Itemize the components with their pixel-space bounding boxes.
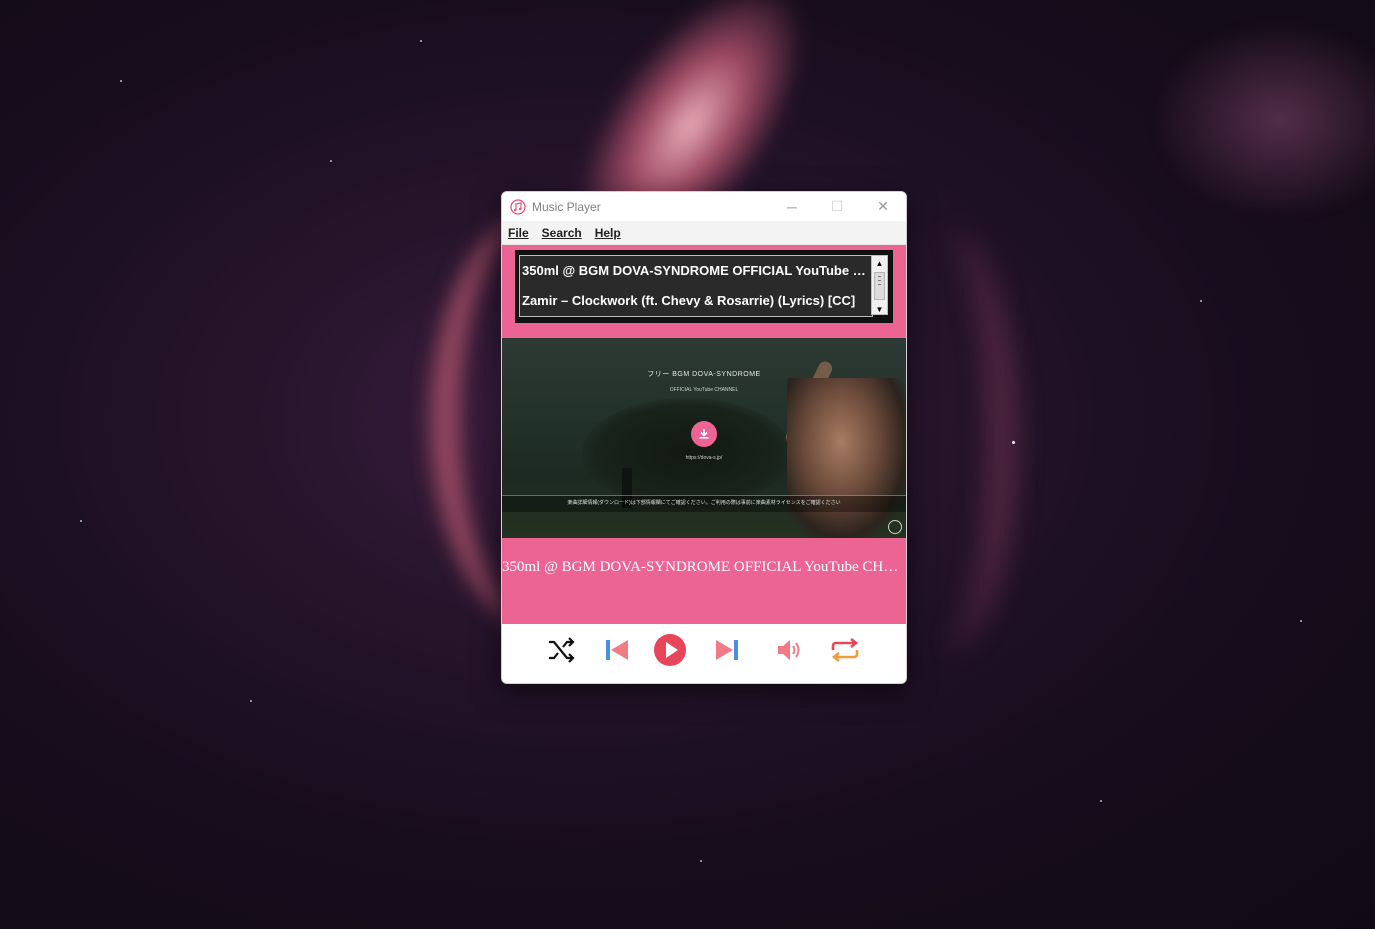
- previous-icon: [606, 640, 628, 660]
- artwork-channel-title: フリー BGM DOVA-SYNDROME: [647, 371, 761, 378]
- next-icon: [716, 640, 738, 660]
- download-icon: [691, 421, 717, 447]
- play-icon: [654, 634, 686, 666]
- star: [1100, 800, 1102, 802]
- shuffle-icon: [549, 637, 575, 663]
- music-note-icon: [510, 198, 526, 215]
- playlist-listbox[interactable]: 350ml @ BGM DOVA-SYNDROME OFFICIAL YouTu…: [519, 255, 873, 317]
- star: [330, 160, 332, 162]
- menu-bar: File Search Help: [502, 221, 906, 245]
- star: [120, 80, 122, 82]
- close-button[interactable]: ✕: [860, 192, 906, 221]
- play-button[interactable]: [652, 633, 688, 667]
- now-playing-title: 350ml @ BGM DOVA-SYNDROME OFFICIAL YouTu…: [502, 559, 906, 575]
- menu-help-label: Help: [594, 225, 621, 240]
- music-player-window: Music Player ─ ☐ ✕ File Search Help 350m…: [501, 191, 907, 684]
- menu-search-label: Search: [541, 225, 582, 240]
- nebula-cloud: [1150, 20, 1375, 220]
- maximize-button[interactable]: ☐: [814, 192, 860, 221]
- menu-file-label: File: [508, 225, 529, 240]
- next-button[interactable]: [707, 633, 747, 667]
- album-artwork: フリー BGM DOVA-SYNDROME OFFICIAL YouTube C…: [502, 338, 906, 538]
- menu-help[interactable]: Help: [595, 226, 621, 240]
- star: [1012, 441, 1015, 444]
- scroll-down-icon[interactable]: ▼: [872, 302, 887, 316]
- playlist-panel: 350ml @ BGM DOVA-SYNDROME OFFICIAL YouTu…: [502, 245, 906, 338]
- playlist-scrollbar[interactable]: ▲ ▼: [871, 255, 888, 315]
- star: [80, 520, 82, 522]
- star: [250, 700, 252, 702]
- scroll-up-icon[interactable]: ▲: [872, 256, 887, 270]
- playlist-item[interactable]: 350ml @ BGM DOVA-SYNDROME OFFICIAL YouTu…: [520, 256, 872, 286]
- playlist-item[interactable]: Zamir – Clockwork (ft. Chevy & Rosarrie)…: [520, 286, 872, 316]
- star: [1300, 620, 1302, 622]
- menu-file[interactable]: File: [508, 226, 529, 240]
- star: [420, 40, 422, 42]
- playback-controls: [502, 624, 906, 683]
- title-bar[interactable]: Music Player ─ ☐ ✕: [502, 192, 906, 221]
- scroll-thumb[interactable]: [874, 272, 885, 300]
- previous-button[interactable]: [597, 633, 637, 667]
- playlist-frame: 350ml @ BGM DOVA-SYNDROME OFFICIAL YouTu…: [515, 250, 893, 323]
- star: [700, 860, 702, 862]
- now-playing-panel: 350ml @ BGM DOVA-SYNDROME OFFICIAL YouTu…: [502, 538, 906, 624]
- artwork-channel-subtitle: OFFICIAL YouTube CHANNEL: [669, 387, 739, 393]
- volume-button[interactable]: [770, 633, 810, 667]
- artwork-url: https://dova-s.jp/: [685, 455, 723, 461]
- repeat-button[interactable]: [827, 633, 863, 667]
- minimize-button[interactable]: ─: [769, 192, 815, 221]
- menu-search[interactable]: Search: [542, 226, 582, 240]
- window-title: Music Player: [532, 199, 601, 214]
- repeat-icon: [831, 637, 859, 663]
- star: [1200, 300, 1202, 302]
- channel-logo-icon: [888, 520, 902, 534]
- artwork-tree: [582, 398, 792, 508]
- volume-icon: [778, 640, 800, 660]
- shuffle-button[interactable]: [544, 633, 578, 667]
- artwork-notice: 楽曲詳細情報(ダウンロード)は下部情報欄にてご確認ください。ご利用の際は事前に楽…: [502, 495, 906, 512]
